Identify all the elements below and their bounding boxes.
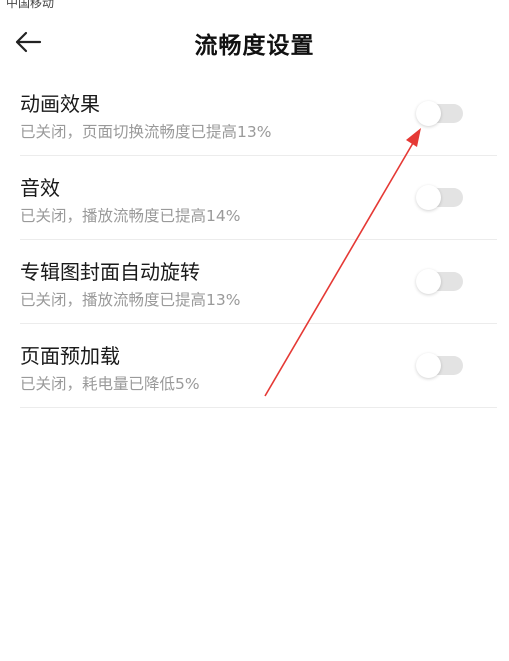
page-preload-toggle[interactable] bbox=[416, 353, 463, 378]
carrier-label: 中国移动 bbox=[6, 0, 55, 10]
toggle-knob bbox=[416, 101, 441, 126]
setting-title: 专辑图封面自动旋转 bbox=[20, 260, 200, 284]
setting-album-cover-rotation: 专辑图封面自动旋转 已关闭，播放流畅度已提高13% bbox=[20, 240, 497, 324]
setting-sound-effect: 音效 已关闭，播放流畅度已提高14% bbox=[20, 156, 497, 240]
setting-subtitle: 已关闭，播放流畅度已提高13% bbox=[20, 291, 241, 309]
toggle-knob bbox=[416, 269, 441, 294]
setting-page-preload: 页面预加载 已关闭，耗电量已降低5% bbox=[20, 324, 497, 408]
toggle-knob bbox=[416, 185, 441, 210]
setting-animation-effect: 动画效果 已关闭，页面切换流畅度已提高13% bbox=[20, 72, 497, 156]
sound-effect-toggle[interactable] bbox=[416, 185, 463, 210]
setting-title: 音效 bbox=[20, 176, 60, 200]
setting-subtitle: 已关闭，播放流畅度已提高14% bbox=[20, 207, 241, 225]
setting-title: 页面预加载 bbox=[20, 344, 120, 368]
setting-subtitle: 已关闭，页面切换流畅度已提高13% bbox=[20, 123, 272, 141]
status-bar: 中国移动 bbox=[0, 0, 509, 10]
toggle-knob bbox=[416, 353, 441, 378]
album-cover-rotation-toggle[interactable] bbox=[416, 269, 463, 294]
top-app-bar: 流畅度设置 bbox=[0, 18, 509, 68]
page-title: 流畅度设置 bbox=[194, 33, 315, 59]
setting-title: 动画效果 bbox=[20, 92, 100, 116]
setting-subtitle: 已关闭，耗电量已降低5% bbox=[20, 375, 200, 393]
settings-list: 动画效果 已关闭，页面切换流畅度已提高13% 音效 已关闭，播放流畅度已提高14… bbox=[0, 72, 509, 408]
animation-effect-toggle[interactable] bbox=[416, 101, 463, 126]
